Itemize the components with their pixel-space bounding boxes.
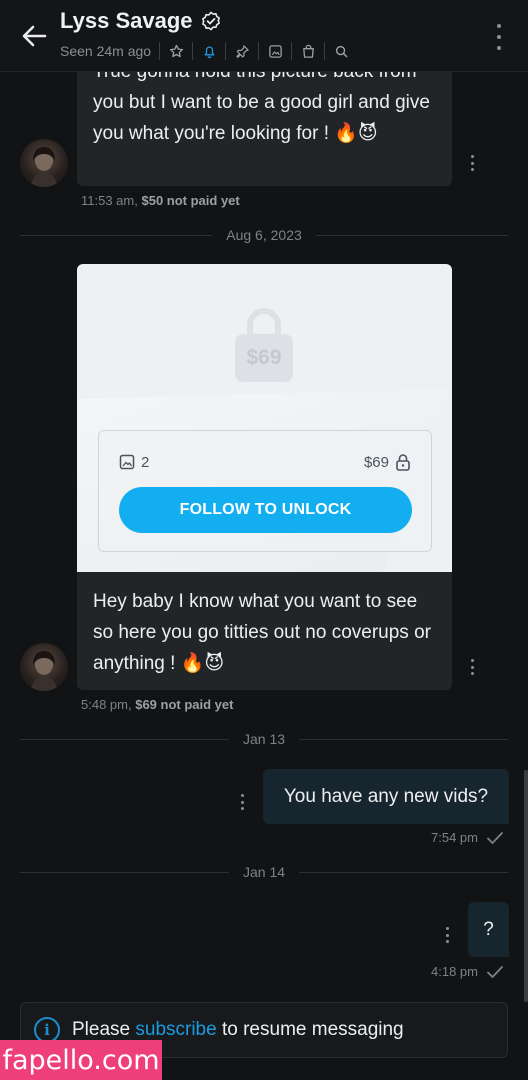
scrollbar[interactable]	[524, 770, 528, 1002]
avatar[interactable]	[20, 139, 68, 187]
message-text: Hey baby I know what you want to see so …	[93, 591, 431, 674]
sent-check-icon	[487, 831, 503, 844]
message-meta: 4:18 pm	[431, 964, 504, 979]
message-meta: 5:48 pm, $69 not paid yet	[81, 697, 233, 712]
message-text: You have any new vids?	[283, 785, 489, 807]
date-label: Jan 14	[242, 864, 286, 880]
notice-text: Please subscribe to resume messaging	[72, 1019, 404, 1040]
divider	[291, 42, 293, 60]
last-seen: Seen 24m ago	[60, 43, 152, 59]
subscribe-link[interactable]: subscribe	[135, 1019, 216, 1040]
message-time: 4:18 pm	[431, 964, 478, 979]
message-options-icon[interactable]	[467, 659, 477, 675]
locked-media-preview[interactable]: $69 2 $69 FOLLOW TO UNLOCK	[77, 264, 452, 572]
divider	[225, 42, 227, 60]
contact-name[interactable]: Lyss Savage	[60, 8, 193, 34]
star-icon[interactable]	[168, 43, 184, 59]
unlock-card: 2 $69 FOLLOW TO UNLOCK	[98, 430, 432, 552]
contact-name-row[interactable]: Lyss Savage	[60, 8, 221, 34]
message-time: 5:48 pm,	[81, 697, 132, 712]
more-options-icon[interactable]	[490, 24, 508, 50]
date-label: Jan 13	[242, 731, 286, 747]
divider	[258, 42, 260, 60]
follow-to-unlock-button[interactable]: FOLLOW TO UNLOCK	[119, 487, 412, 533]
divider	[192, 42, 194, 60]
date-divider: Jan 14	[20, 862, 509, 882]
padlock-icon	[396, 454, 410, 471]
message-options-icon[interactable]	[237, 794, 247, 810]
chat-header: Lyss Savage Seen 24m ago	[0, 0, 528, 72]
message-time: 7:54 pm	[431, 830, 478, 845]
media-count: 2	[119, 454, 149, 471]
message-text: ?	[483, 918, 494, 940]
bell-icon[interactable]	[201, 43, 217, 59]
pin-icon[interactable]	[234, 43, 250, 59]
message-meta: 11:53 am, $50 not paid yet	[81, 193, 240, 208]
divider	[159, 42, 161, 60]
sent-check-icon	[487, 965, 503, 978]
date-divider: Jan 13	[20, 729, 509, 749]
shopping-bag-icon[interactable]	[300, 43, 316, 59]
verified-badge-icon	[201, 11, 221, 31]
back-arrow-icon[interactable]	[18, 20, 50, 52]
header-toolbar: Seen 24m ago	[60, 42, 349, 60]
incoming-message[interactable]: Hey baby I know what you want to see so …	[77, 572, 452, 690]
search-icon[interactable]	[333, 43, 349, 59]
watermark-logo: fapello.com	[0, 1040, 162, 1080]
lock-icon: $69	[235, 308, 293, 384]
date-divider: Aug 6, 2023	[20, 225, 509, 245]
outgoing-message[interactable]: ?	[468, 902, 509, 957]
date-label: Aug 6, 2023	[226, 227, 302, 243]
unlock-price: $69	[364, 453, 411, 471]
payment-status: $69 not paid yet	[135, 697, 234, 712]
image-icon	[119, 454, 135, 470]
message-meta: 7:54 pm	[431, 830, 504, 845]
message-time: 11:53 am,	[81, 193, 138, 208]
divider	[324, 42, 326, 60]
avatar[interactable]	[20, 643, 68, 691]
message-options-icon[interactable]	[442, 927, 452, 943]
image-icon[interactable]	[267, 43, 283, 59]
outgoing-message[interactable]: You have any new vids?	[263, 769, 509, 824]
locked-price: $69	[235, 334, 293, 382]
payment-status: $50 not paid yet	[141, 193, 240, 208]
message-options-icon[interactable]	[467, 155, 477, 171]
